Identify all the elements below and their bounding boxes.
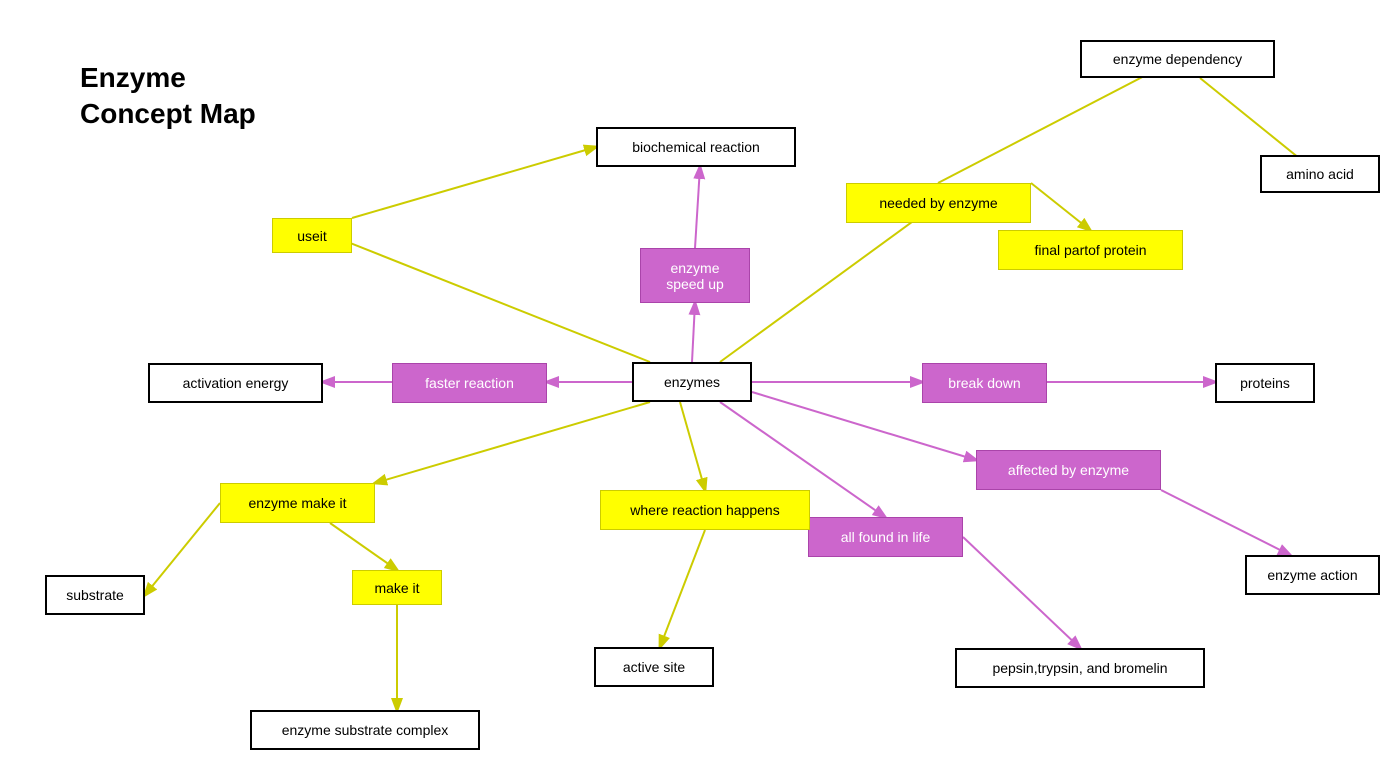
enzyme-dependency-label: enzyme dependency bbox=[1113, 51, 1242, 67]
proteins-node: proteins bbox=[1215, 363, 1315, 403]
final-part-of-protein-node: final partof protein bbox=[998, 230, 1183, 270]
enzymes-node: enzymes bbox=[632, 362, 752, 402]
break-down-label: break down bbox=[948, 375, 1020, 391]
make-it-label: make it bbox=[374, 580, 419, 596]
enzyme-substrate-complex-node: enzyme substrate complex bbox=[250, 710, 480, 750]
proteins-label: proteins bbox=[1240, 375, 1290, 391]
needed-by-enzyme-label: needed by enzyme bbox=[879, 195, 997, 211]
biochemical-reaction-label: biochemical reaction bbox=[632, 139, 760, 155]
needed-by-enzyme-node: needed by enzyme bbox=[846, 183, 1031, 223]
break-down-node: break down bbox=[922, 363, 1047, 403]
affected-by-enzyme-label: affected by enzyme bbox=[1008, 462, 1129, 478]
substrate-node: substrate bbox=[45, 575, 145, 615]
enzyme-dependency-node: enzyme dependency bbox=[1080, 40, 1275, 78]
pepsin-trypsin-node: pepsin,trypsin, and bromelin bbox=[955, 648, 1205, 688]
active-site-node: active site bbox=[594, 647, 714, 687]
amino-acid-node: amino acid bbox=[1260, 155, 1380, 193]
all-found-in-life-node: all found in life bbox=[808, 517, 963, 557]
enzyme-speed-up-node: enzyme speed up bbox=[640, 248, 750, 303]
where-reaction-happens-node: where reaction happens bbox=[600, 490, 810, 530]
useit-node: useit bbox=[272, 218, 352, 253]
enzyme-make-it-node: enzyme make it bbox=[220, 483, 375, 523]
enzyme-make-it-label: enzyme make it bbox=[248, 495, 346, 511]
enzyme-substrate-complex-label: enzyme substrate complex bbox=[282, 722, 449, 738]
amino-acid-label: amino acid bbox=[1286, 166, 1354, 182]
activation-energy-node: activation energy bbox=[148, 363, 323, 403]
useit-label: useit bbox=[297, 228, 327, 244]
pepsin-trypsin-label: pepsin,trypsin, and bromelin bbox=[992, 660, 1167, 676]
faster-reaction-node: faster reaction bbox=[392, 363, 547, 403]
affected-by-enzyme-node: affected by enzyme bbox=[976, 450, 1161, 490]
where-reaction-happens-label: where reaction happens bbox=[630, 502, 779, 518]
enzyme-speed-up-label: enzyme speed up bbox=[666, 260, 724, 292]
enzymes-label: enzymes bbox=[664, 374, 720, 390]
faster-reaction-label: faster reaction bbox=[425, 375, 514, 391]
substrate-label: substrate bbox=[66, 587, 124, 603]
enzyme-action-node: enzyme action bbox=[1245, 555, 1380, 595]
make-it-node: make it bbox=[352, 570, 442, 605]
final-part-of-protein-label: final partof protein bbox=[1034, 242, 1146, 258]
biochemical-reaction-node: biochemical reaction bbox=[596, 127, 796, 167]
all-found-in-life-label: all found in life bbox=[841, 529, 931, 545]
activation-energy-label: activation energy bbox=[183, 375, 289, 391]
title: Enzyme Concept Map bbox=[80, 60, 256, 133]
active-site-label: active site bbox=[623, 659, 685, 675]
enzyme-action-label: enzyme action bbox=[1267, 567, 1357, 583]
